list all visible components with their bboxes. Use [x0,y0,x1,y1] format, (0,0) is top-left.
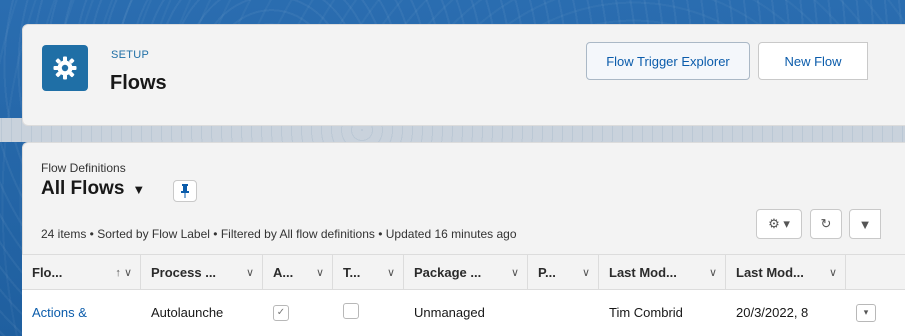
flow-trigger-explorer-button[interactable]: Flow Trigger Explorer [586,42,750,80]
new-flow-button[interactable]: New Flow [758,42,868,80]
flow-setup-icon [42,45,88,91]
active-checkbox: ✓ [273,304,289,321]
column-header-template[interactable]: T... ∨ [333,255,404,289]
template-checkbox [343,303,359,319]
chevron-down-icon: ∨ [510,266,519,279]
column-header-package-state[interactable]: Package ... ∨ [404,255,528,289]
flow-link[interactable]: Actions & [32,305,87,320]
column-label: T... [343,264,361,280]
column-header-active[interactable]: A... ∨ [263,255,333,289]
row-action-chevron-icon[interactable]: ▾ [856,303,876,322]
column-label: Last Mod... [736,264,804,280]
column-label: Process ... [151,264,217,280]
list-view-status: 24 items • Sorted by Flow Label • Filter… [41,227,517,241]
sort-arrow-up-icon: ↑ ∨ [115,266,132,279]
chevron-down-icon: ∨ [581,266,590,279]
pin-icon[interactable] [173,180,197,202]
column-header-last-modified-by[interactable]: Last Mod... ∨ [599,255,726,289]
package-state-cell: Unmanaged [414,305,485,320]
filter-icon[interactable]: ▼ [849,209,881,239]
chevron-down-icon: ∨ [315,266,324,279]
refresh-icon[interactable]: ↻ [810,209,842,239]
flow-label-cell: Actions & [22,290,141,336]
chevron-down-icon: ∨ [708,266,717,279]
last-modified-date-cell: 20/3/2022, 8 [736,305,809,320]
table-header: Flo... ↑ ∨ Process ... ∨ A... ∨ T... ∨ P… [22,254,905,290]
list-settings-gear-icon[interactable]: ⚙ ▾ [756,209,802,239]
page-header: SETUP Flows Flow Trigger Explorer New Fl… [22,24,905,126]
column-header-flow-label[interactable]: Flo... ↑ ∨ [22,255,141,289]
chevron-down-icon: ∨ [828,266,837,279]
column-label: Flo... [32,264,63,280]
chevron-down-icon[interactable]: ▼ [132,182,145,197]
chevron-down-icon: ∨ [245,266,254,279]
table-row: Actions & Autolaunche ✓ Unmanaged Tim Co… [22,290,905,336]
column-label: Package ... [414,264,482,280]
column-header-p[interactable]: P... ∨ [528,255,599,289]
last-modified-by-cell: Tim Combrid [609,305,683,320]
active-cell: ✓ [263,290,333,336]
column-header-process-type[interactable]: Process ... ∨ [141,255,263,289]
column-label: P... [538,264,556,280]
list-view-title: All Flows [41,178,125,199]
column-label: Last Mod... [609,264,677,280]
column-header-last-modified-date[interactable]: Last Mod... ∨ [726,255,846,289]
setup-label: SETUP [111,49,150,61]
chevron-down-icon: ∨ [386,266,395,279]
column-label: A... [273,264,294,280]
row-action-cell: ▾ [846,290,892,336]
p-cell [528,290,599,336]
page-title: Flows [110,72,167,94]
list-view-selector[interactable]: All Flows ▼ [41,178,145,200]
object-label: Flow Definitions [41,161,126,175]
process-type-cell: Autolaunche [151,305,224,320]
template-cell [333,290,404,336]
